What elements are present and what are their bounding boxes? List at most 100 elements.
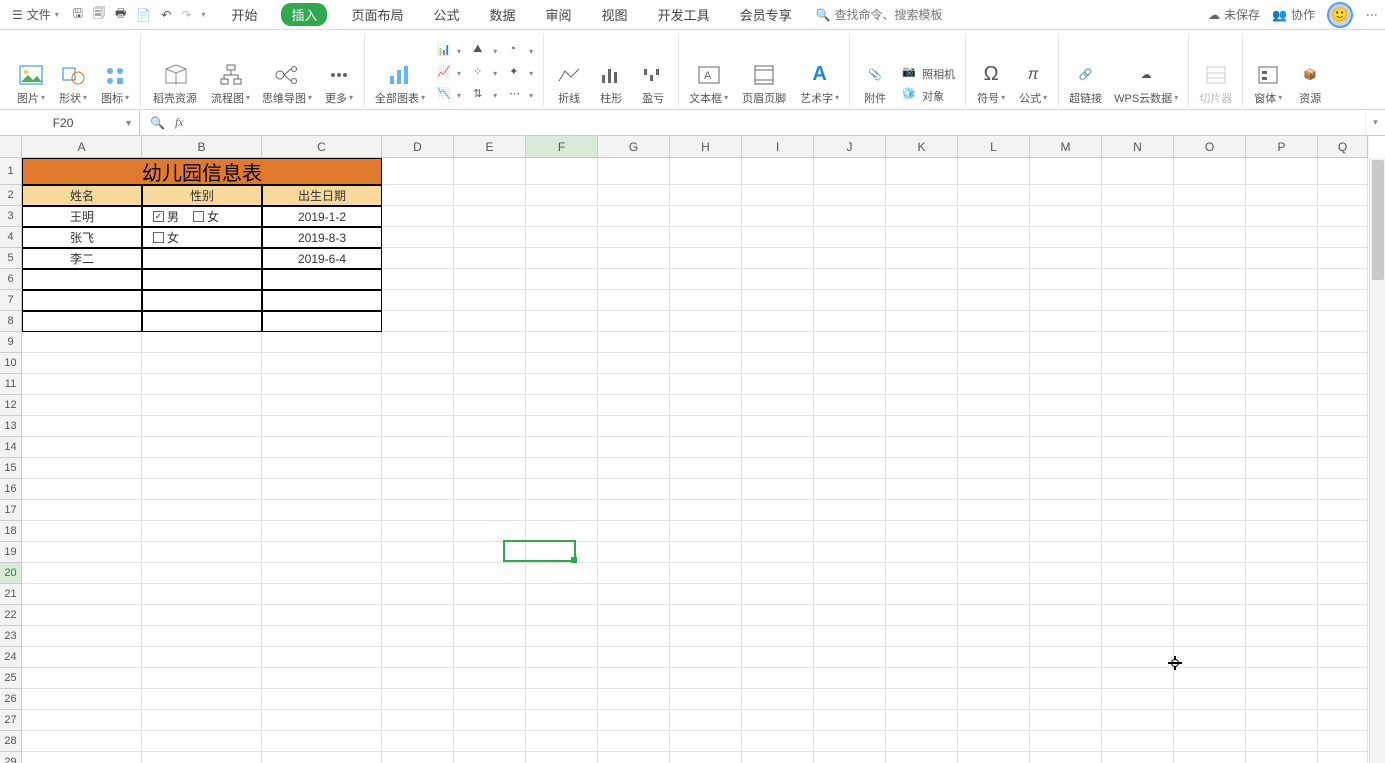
cell[interactable] (526, 374, 598, 395)
bar-chart-mini[interactable]: 📊▾ (435, 42, 463, 62)
cell[interactable] (1030, 185, 1102, 206)
cell[interactable] (262, 353, 382, 374)
cell[interactable] (262, 479, 382, 500)
cell[interactable] (886, 395, 958, 416)
collab-button[interactable]: 👥 协作 (1272, 6, 1315, 23)
cell[interactable] (1030, 353, 1102, 374)
cell[interactable] (454, 437, 526, 458)
print-preview-icon[interactable]: 📄 (136, 8, 151, 22)
cell[interactable] (1102, 731, 1174, 752)
cell[interactable] (958, 248, 1030, 269)
cell[interactable] (1102, 185, 1174, 206)
cell[interactable] (454, 248, 526, 269)
row-header-21[interactable]: 21 (0, 584, 22, 605)
cell[interactable] (1246, 710, 1318, 731)
cell[interactable] (670, 626, 742, 647)
cell[interactable] (886, 710, 958, 731)
cell[interactable] (598, 311, 670, 332)
col-header-G[interactable]: G (598, 136, 670, 158)
more-icon[interactable]: ⋮ (1365, 9, 1379, 21)
cell[interactable] (454, 332, 526, 353)
cell[interactable] (526, 269, 598, 290)
cell[interactable] (1318, 416, 1368, 437)
cell[interactable] (1174, 311, 1246, 332)
cell[interactable] (1030, 269, 1102, 290)
row-header-16[interactable]: 16 (0, 479, 22, 500)
save-as-icon[interactable]: 🗐 (93, 4, 105, 25)
cell[interactable] (454, 479, 526, 500)
cell[interactable] (1030, 584, 1102, 605)
col-header-F[interactable]: F (526, 136, 598, 158)
cell[interactable] (262, 647, 382, 668)
tab-开始[interactable]: 开始 (225, 1, 263, 28)
cell[interactable] (670, 752, 742, 763)
cell[interactable] (262, 563, 382, 584)
name-box-dropdown-icon[interactable]: ▼ (120, 118, 133, 128)
qat-more-icon[interactable]: ▾ (201, 10, 205, 19)
cell[interactable] (1246, 605, 1318, 626)
cell[interactable] (670, 710, 742, 731)
stock-chart-mini[interactable]: ⇅▾ (471, 86, 499, 106)
cell[interactable] (382, 395, 454, 416)
cell[interactable] (814, 311, 886, 332)
cell[interactable] (526, 689, 598, 710)
cell[interactable] (814, 227, 886, 248)
cell[interactable] (526, 584, 598, 605)
cell[interactable] (262, 584, 382, 605)
col-header-C[interactable]: C (262, 136, 382, 158)
search-input[interactable] (835, 8, 975, 22)
cell[interactable] (454, 542, 526, 563)
cell[interactable] (598, 458, 670, 479)
cell[interactable] (742, 437, 814, 458)
cell[interactable] (814, 626, 886, 647)
cell[interactable] (1030, 710, 1102, 731)
cell[interactable] (958, 458, 1030, 479)
cell[interactable] (1030, 416, 1102, 437)
print-icon[interactable]: 🖶 (115, 4, 126, 25)
dob-cell[interactable]: 2019-6-4 (262, 248, 382, 269)
cell[interactable] (1030, 158, 1102, 185)
zoom-fx-icon[interactable]: 🔍 (150, 116, 165, 130)
cell[interactable] (1102, 584, 1174, 605)
table-header-cell[interactable]: 性别 (142, 185, 262, 206)
cell[interactable] (454, 311, 526, 332)
cell[interactable] (1030, 227, 1102, 248)
cell[interactable] (670, 563, 742, 584)
col-header-P[interactable]: P (1246, 136, 1318, 158)
cell[interactable] (670, 353, 742, 374)
pie-chart-mini[interactable]: ◔▾ (507, 42, 535, 62)
col-header-Q[interactable]: Q (1318, 136, 1368, 158)
tab-会员专享[interactable]: 会员专享 (734, 1, 798, 28)
cell[interactable] (1318, 500, 1368, 521)
cell[interactable] (1318, 290, 1368, 311)
cell[interactable] (886, 248, 958, 269)
row-header-13[interactable]: 13 (0, 416, 22, 437)
cell[interactable] (526, 710, 598, 731)
cell[interactable] (526, 290, 598, 311)
cell[interactable] (886, 521, 958, 542)
fx-icon[interactable]: fx (175, 115, 184, 130)
cell[interactable] (598, 584, 670, 605)
cell[interactable] (382, 542, 454, 563)
cell[interactable] (1030, 437, 1102, 458)
cell[interactable] (262, 731, 382, 752)
cell[interactable] (1246, 332, 1318, 353)
cell[interactable] (454, 395, 526, 416)
cell[interactable] (814, 500, 886, 521)
cell[interactable] (454, 752, 526, 763)
cell[interactable] (958, 332, 1030, 353)
gender-cell[interactable]: 男女 (142, 206, 262, 227)
tab-数据[interactable]: 数据 (484, 1, 522, 28)
cell[interactable] (22, 731, 142, 752)
cell[interactable] (1318, 437, 1368, 458)
cell[interactable] (742, 479, 814, 500)
cell[interactable] (958, 542, 1030, 563)
cell[interactable] (1318, 248, 1368, 269)
cell[interactable] (1174, 605, 1246, 626)
cell[interactable] (1102, 458, 1174, 479)
cell[interactable] (814, 689, 886, 710)
cell[interactable] (1318, 752, 1368, 763)
cell[interactable] (1174, 269, 1246, 290)
cell[interactable] (1174, 668, 1246, 689)
table-header-cell[interactable]: 出生日期 (262, 185, 382, 206)
